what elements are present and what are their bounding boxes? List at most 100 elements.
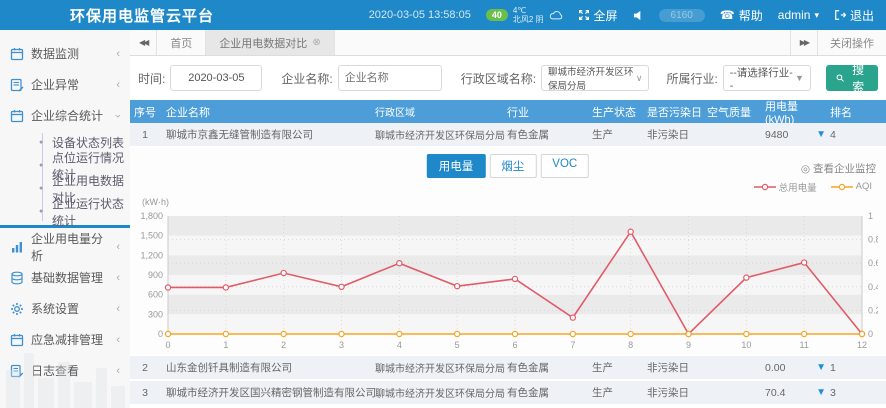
tab-home[interactable]: 首页	[157, 30, 206, 55]
svg-text:1: 1	[223, 340, 228, 350]
cell-company: 聊城市京鑫无缝管制造有限公司	[160, 127, 375, 142]
svg-text:2: 2	[281, 340, 286, 350]
search-label: 搜索	[848, 61, 868, 95]
logout-icon	[834, 9, 846, 21]
trend-down-icon[interactable]: ▼	[816, 388, 826, 398]
svg-text:1,800: 1,800	[140, 211, 163, 221]
svg-text:1: 1	[868, 211, 873, 221]
view-monitor-link[interactable]: ◎ 查看企业监控	[801, 161, 876, 176]
cell-index: 1	[130, 129, 160, 141]
cell-pollution-day: 非污染日	[647, 360, 707, 375]
legend-item-aqi[interactable]: AQI	[831, 181, 872, 192]
help-button[interactable]: ☎ 帮助	[720, 7, 763, 24]
datetime-display: 2020-03-05 13:58:05	[369, 9, 471, 21]
trend-down-icon[interactable]: ▼	[816, 130, 826, 140]
svg-text:0.8: 0.8	[868, 235, 878, 245]
cell-status: 生产	[592, 385, 647, 400]
region-select[interactable]: 聊城市经济开发区环保局分局 ∨	[541, 65, 649, 91]
filter-bar: 时间: 企业名称: 行政区域名称: 聊城市经济开发区环保局分局 ∨ 所属行业: …	[130, 56, 886, 100]
legend-marker-icon	[754, 183, 776, 191]
fullscreen-button[interactable]: 全屏	[578, 7, 618, 24]
tab-power-compare[interactable]: 企业用电数据对比 ⊗	[206, 30, 334, 55]
svg-text:7: 7	[570, 340, 575, 350]
wind-label: 北风2 阴	[513, 15, 544, 24]
trend-down-icon[interactable]: ▼	[816, 363, 826, 373]
tab-smoke-dust[interactable]: 烟尘	[489, 154, 536, 178]
cell-rank: 4	[830, 129, 866, 141]
chevron-down-icon: ∨	[636, 73, 643, 84]
sidebar-item-label: 基础数据管理	[31, 269, 103, 286]
cell-industry: 有色金属	[507, 127, 592, 142]
sidebar-item-company-abnormal[interactable]: 企业异常 ‹	[0, 69, 130, 100]
sidebar-subitem-running-status[interactable]: ● 企业运行状态统计	[0, 200, 130, 223]
svg-text:1,200: 1,200	[140, 250, 163, 260]
svg-text:0.2: 0.2	[868, 305, 878, 315]
double-left-arrow-icon: ◀◀	[139, 38, 147, 47]
mute-button[interactable]	[633, 10, 644, 21]
svg-text:900: 900	[148, 270, 163, 280]
cell-rank: 1	[830, 362, 866, 374]
svg-text:10: 10	[741, 340, 751, 350]
phone-icon: ☎	[720, 9, 735, 21]
col-header-pollution-day: 是否污染日	[647, 104, 707, 120]
power-value: 0.00	[765, 362, 785, 374]
svg-text:0: 0	[165, 340, 170, 350]
svg-text:0: 0	[158, 329, 163, 339]
sidebar-item-base-data[interactable]: 基础数据管理 ‹	[0, 262, 130, 293]
top-header: 环保用电监管云平台 2020-03-05 13:58:05 40 4℃ 北风2 …	[0, 0, 886, 30]
chevron-down-icon: ‹	[112, 114, 124, 118]
app-window: 环保用电监管云平台 2020-03-05 13:58:05 40 4℃ 北风2 …	[0, 0, 886, 408]
table-row[interactable]: 1 聊城市京鑫无缝管制造有限公司 聊城市经济开发区环保局分局 有色金属 生产 非…	[130, 123, 886, 148]
tab-voc[interactable]: VOC	[540, 154, 589, 178]
sidebar-item-data-monitor[interactable]: 数据监测 ‹	[0, 38, 130, 69]
bullet-icon: ●	[39, 208, 43, 215]
monitor-link-label: 查看企业监控	[813, 161, 876, 176]
search-button[interactable]: 搜索	[826, 65, 878, 91]
col-header-region: 行政区域	[375, 104, 507, 119]
sidebar-item-system-settings[interactable]: 系统设置 ‹	[0, 293, 130, 324]
close-icon[interactable]: ⊗	[312, 37, 320, 48]
fullscreen-icon	[578, 9, 590, 21]
tab-label: 企业用电数据对比	[219, 35, 307, 51]
col-header-air-quality: 空气质量	[707, 104, 765, 120]
cell-power: 9480 ▼	[765, 129, 830, 141]
alarm-count-pill[interactable]: 6160	[659, 9, 705, 22]
temperature-label: 4℃	[513, 6, 544, 15]
cell-status: 生产	[592, 127, 647, 142]
cell-region: 聊城市经济开发区环保局分局	[375, 360, 507, 375]
tab-power-usage[interactable]: 用电量	[427, 154, 486, 178]
date-input[interactable]	[170, 65, 262, 91]
table-row[interactable]: 2 山东金创钎具制造有限公司 聊城市经济开发区环保局分局 有色金属 生产 非污染…	[130, 356, 886, 381]
chart-metric-tabs: 用电量 烟尘 VOC	[427, 154, 589, 178]
city-watermark	[0, 338, 130, 408]
chart-legend: 总用电量 AQI	[138, 179, 878, 194]
database-icon	[10, 271, 24, 285]
svg-text:9: 9	[686, 340, 691, 350]
user-menu[interactable]: admin ▾	[778, 8, 819, 22]
svg-text:6: 6	[512, 340, 517, 350]
company-table: 序号 企业名称 行政区域 行业 生产状态 是否污染日 空气质量 用电量(kWh)…	[130, 100, 886, 406]
tab-bar: ◀◀ 首页 企业用电数据对比 ⊗ ▶▶ 关闭操作	[130, 30, 886, 56]
chevron-left-icon: ‹	[116, 241, 120, 253]
company-label: 企业名称:	[281, 70, 332, 87]
sidebar-item-company-stats[interactable]: 企业综合统计 ‹	[0, 100, 130, 131]
sidebar-subitem-label: 企业运行状态统计	[52, 195, 130, 229]
industry-select[interactable]: --请选择行业-- ▼	[723, 65, 811, 91]
sidebar: 数据监测 ‹ 企业异常 ‹ 企业	[0, 30, 130, 408]
tabs-scroll-right-button[interactable]: ▶▶	[790, 30, 817, 55]
sidebar-item-label: 企业用电量分析	[31, 230, 109, 264]
sidebar-item-power-analysis[interactable]: 企业用电量分析 ‹	[0, 231, 130, 262]
cell-company: 聊城市经济开发区国兴精密钢管制造有限公司	[160, 385, 375, 400]
detail-toolbar: 用电量 烟尘 VOC ◎ 查看企业监控	[138, 153, 878, 179]
report-icon	[10, 78, 24, 92]
sidebar-item-label: 企业综合统计	[31, 107, 103, 124]
legend-item-power[interactable]: 总用电量	[754, 180, 817, 194]
company-name-input[interactable]	[338, 65, 442, 91]
table-row[interactable]: 3 聊城市经济开发区国兴精密钢管制造有限公司 聊城市经济开发区环保局分局 有色金…	[130, 381, 886, 406]
col-header-status: 生产状态	[592, 104, 647, 120]
dropdown-arrow-icon: ▼	[795, 73, 804, 83]
cell-industry: 有色金属	[507, 360, 592, 375]
logout-button[interactable]: 退出	[834, 7, 874, 24]
tabs-scroll-left-button[interactable]: ◀◀	[130, 30, 157, 55]
close-operations-menu[interactable]: 关闭操作	[817, 30, 886, 55]
